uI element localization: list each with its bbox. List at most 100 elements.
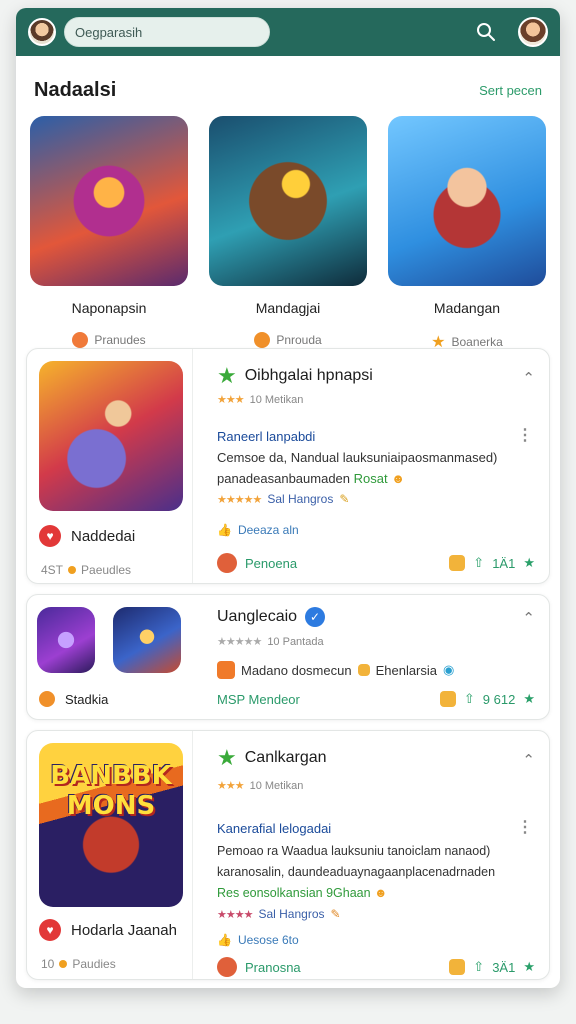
- star-icon[interactable]: ★: [523, 555, 535, 571]
- card-title-text: Uanglecaio: [217, 608, 298, 625]
- search-icon[interactable]: [474, 20, 498, 44]
- tags-text: Sal Hangros: [258, 907, 325, 921]
- card-link[interactable]: Kanerafial lelogadai: [217, 821, 331, 836]
- thumbs-up-icon: 👍: [217, 933, 232, 947]
- rating-stars-icon: ★★★: [217, 394, 245, 406]
- download-icon[interactable]: [449, 555, 466, 571]
- star-icon: ★: [217, 363, 237, 388]
- card-rating: ★★★ 10 Metikan: [217, 779, 304, 793]
- card-footer: Pranosna ⇧ 3Ä1 ★: [217, 957, 535, 977]
- star-icon[interactable]: ★: [523, 959, 535, 975]
- game-thumbnail[interactable]: [39, 361, 183, 511]
- badge-icon: [357, 664, 370, 676]
- desc-highlight: Rosat: [353, 471, 388, 486]
- game-artwork[interactable]: [388, 116, 546, 286]
- game-name: Mandagjai: [255, 300, 321, 316]
- foot-left: Pranosna: [217, 957, 301, 977]
- card-right-panel: Uanglecaio ✓ ⌃ ★★★★★ 10 Pantada Madano d…: [217, 595, 535, 719]
- card-line: Madano dosmecun Ehenlarsia ◉: [217, 661, 454, 679]
- game-list-card[interactable]: ♥ Naddedai 4ST Paeudles ★ Oibhgalai hpna…: [26, 348, 550, 584]
- more-options-icon[interactable]: ⋮: [517, 820, 533, 836]
- foot-left: MSP Mendeor: [217, 692, 300, 707]
- publisher-name[interactable]: Pranosna: [245, 960, 301, 975]
- pin-icon[interactable]: ⌃: [522, 609, 535, 627]
- card-link[interactable]: Raneerl lanpabdi: [217, 429, 315, 444]
- meta-label: Paeudles: [81, 563, 132, 577]
- desc-line-3: Res eonsolkansian 9Ghaan ☻: [217, 883, 527, 904]
- more-options-icon[interactable]: ⋮: [517, 428, 533, 444]
- card-title: ★ Canlkargan: [217, 747, 327, 769]
- rating-text: 10 Metikan: [249, 779, 304, 792]
- tag-stars-icon: ★★★★: [217, 908, 253, 921]
- card-left-panel: ♥ Naddedai 4ST Paeudles: [27, 349, 193, 583]
- card-title: ★ Oibhgalai hpnapsi: [217, 365, 373, 387]
- search-input[interactable]: Oegparasih: [64, 17, 270, 47]
- card-right-panel: ★ Oibhgalai hpnapsi ⌃ ★★★ 10 Metikan Ran…: [217, 349, 535, 583]
- card-footer: MSP Mendeor ⇧ 9 612 ★: [217, 691, 535, 707]
- card-tags: ★★★★ Sal Hangros ✎: [217, 907, 341, 921]
- star-icon[interactable]: ★: [523, 691, 535, 707]
- download-icon[interactable]: [439, 691, 456, 707]
- featured-game-card[interactable]: Madangan ★ Boanerka: [386, 116, 548, 352]
- game-artwork[interactable]: [30, 116, 188, 286]
- desc-line: Pemoao ra Waadua lauksuniu tanoiclam nan…: [217, 844, 491, 858]
- game-thumbnail[interactable]: [37, 607, 95, 673]
- card-tags: ★★★★★ Sal Hangros ✎: [217, 492, 349, 506]
- small-text: Uesose 6to: [237, 933, 299, 947]
- profile-avatar[interactable]: [518, 17, 548, 47]
- count-text: 9 612: [482, 691, 516, 707]
- publisher-name[interactable]: Penoena: [245, 556, 297, 571]
- share-icon[interactable]: ⇧: [473, 555, 484, 571]
- game-thumbnail[interactable]: BANBBK MONS: [39, 743, 183, 907]
- pin-icon[interactable]: ⌃: [522, 751, 535, 769]
- foot-right: ⇧ 9 612 ★: [439, 691, 535, 707]
- card-left-panel: Stadkia: [27, 595, 193, 719]
- card-left-panel: BANBBK MONS ♥ Hodarla Jaanah 10 Paudies: [27, 731, 193, 979]
- publisher-icon[interactable]: [217, 553, 237, 573]
- share-icon[interactable]: ⇧: [473, 959, 484, 975]
- foot-left: Penoena: [217, 553, 297, 573]
- card-small-info: 👍 Deeaza aln: [217, 523, 299, 537]
- card-left-meta: 10 Paudies: [41, 957, 116, 971]
- game-list-card[interactable]: Stadkia Uanglecaio ✓ ⌃ ★★★★★ 10 Pantada …: [26, 594, 550, 720]
- featured-row: Naponapsin Pranudes Mandagjai Pnrouda Ma…: [16, 116, 560, 352]
- game-sub: Pnrouda: [207, 332, 369, 348]
- heart-icon[interactable]: ♥: [39, 919, 61, 941]
- smile-icon: ☻: [374, 886, 388, 900]
- heart-icon[interactable]: ♥: [39, 525, 61, 547]
- desc-line-2: panadeasanbaumaden Rosat ☻: [217, 468, 517, 489]
- meta-label: Paudies: [72, 957, 116, 971]
- section-title: Nadaalsi: [34, 78, 117, 101]
- card-left-title: ♥ Naddedai: [39, 525, 135, 547]
- foot-right: ⇧ 1Ä1 ★: [449, 555, 535, 571]
- meta-count: 10: [41, 957, 55, 971]
- game-name: Naponapsin: [71, 300, 147, 316]
- featured-game-card[interactable]: Naponapsin Pranudes: [28, 116, 190, 352]
- featured-game-card[interactable]: Mandagjai Pnrouda: [207, 116, 369, 352]
- pin-icon[interactable]: ⌃: [522, 369, 535, 387]
- card-title-text: Canlkargan: [244, 749, 327, 766]
- tool-icon: ✎: [339, 492, 350, 506]
- game-sub-label: Pranudes: [94, 333, 146, 347]
- card-left-meta: 4ST Paeudles: [41, 563, 131, 577]
- desc-highlight: Res eonsolkansian 9Ghaan: [217, 886, 371, 900]
- download-icon[interactable]: [449, 959, 466, 975]
- game-thumbnail[interactable]: [113, 607, 181, 673]
- publisher-name[interactable]: MSP Mendeor: [217, 692, 300, 707]
- card-left-title-text: Hodarla Jaanah: [71, 921, 177, 939]
- publisher-icon[interactable]: [217, 957, 237, 977]
- see-all-link[interactable]: Sert pecen: [479, 83, 542, 98]
- rating-text: 10 Pantada: [267, 635, 324, 648]
- game-artwork[interactable]: [209, 116, 367, 286]
- rating-stars-icon: ★★★: [217, 780, 245, 792]
- line-tail: Ehenlarsia: [375, 662, 438, 678]
- card-left-title-text: Naddedai: [71, 527, 136, 545]
- game-name: Madangan: [433, 300, 501, 316]
- game-list-card[interactable]: BANBBK MONS ♥ Hodarla Jaanah 10 Paudies …: [26, 730, 550, 980]
- desc-line: Cemsoe da, Nandual lauksuniaipaosmanmase…: [217, 450, 498, 465]
- foot-right: ⇧ 3Ä1 ★: [449, 959, 535, 975]
- app-logo-avatar[interactable]: [28, 18, 56, 46]
- share-icon[interactable]: ⇧: [464, 691, 475, 707]
- app-window: Oegparasih Nadaalsi Sert pecen Naponapsi…: [16, 8, 560, 988]
- card-title: Uanglecaio ✓: [217, 607, 326, 627]
